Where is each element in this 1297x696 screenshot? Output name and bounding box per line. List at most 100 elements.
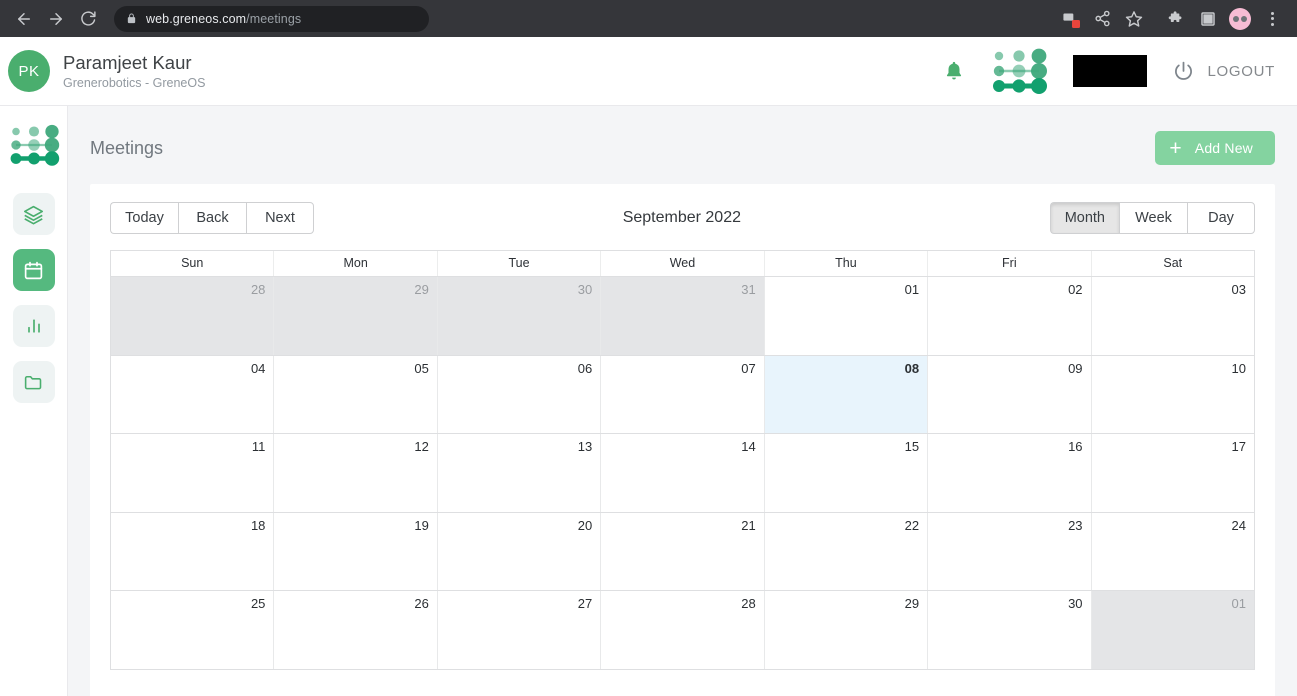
plus-icon: +: [1169, 136, 1182, 160]
today-button[interactable]: Today: [110, 202, 178, 234]
folder-icon: [24, 375, 42, 389]
month-grid: Sun Mon Tue Wed Thu Fri Sat 28 29 30 31 01 02 03 04 05…: [110, 250, 1255, 670]
calendar-day-cell[interactable]: 14: [601, 434, 765, 512]
weekday-header: Sun: [111, 251, 275, 276]
logout-button[interactable]: LOGOUT: [1171, 59, 1275, 84]
view-day-button[interactable]: Day: [1187, 202, 1255, 234]
calendar-week-row: 11 12 13 14 15 16 17: [111, 434, 1254, 513]
sidebar-item-reports[interactable]: [12, 305, 55, 347]
main-content: Meetings + Add New Today Back Next Septe…: [68, 106, 1297, 696]
sidepanel-icon[interactable]: [1193, 4, 1223, 34]
calendar-day-cell[interactable]: 29: [274, 277, 438, 355]
user-info: Paramjeet Kaur Grenerobotics - GreneOS: [63, 51, 205, 91]
url-path: /meetings: [246, 11, 302, 26]
calendar-day-cell[interactable]: 27: [437, 591, 602, 669]
logout-label: LOGOUT: [1207, 62, 1275, 80]
greneos-node-logo-icon: [10, 124, 59, 166]
calendar-day-cell[interactable]: 05: [274, 355, 438, 434]
calendar-day-cell[interactable]: 28: [111, 277, 275, 355]
weekday-header: Fri: [928, 251, 1092, 276]
calendar-day-cell[interactable]: 24: [1091, 512, 1254, 591]
sidebar: [0, 106, 68, 696]
calendar-day-cell[interactable]: 31: [601, 277, 765, 355]
user-org: Grenerobotics - GreneOS: [63, 75, 206, 90]
url-host: web.greneos.com: [146, 11, 247, 26]
back-button[interactable]: Back: [178, 202, 246, 234]
app-body: Meetings + Add New Today Back Next Septe…: [0, 106, 1297, 696]
calendar-card: Today Back Next September 2022 Month Wee…: [90, 184, 1275, 696]
kebab-dots: [1270, 11, 1274, 26]
page-title: Meetings: [90, 137, 164, 158]
cast-icon[interactable]: [1055, 4, 1085, 34]
calendar-day-cell[interactable]: 16: [928, 434, 1092, 512]
calendar-day-cell[interactable]: 29: [764, 591, 929, 669]
share-icon[interactable]: [1087, 4, 1117, 34]
view-week-button[interactable]: Week: [1119, 202, 1187, 234]
back-arrow-icon[interactable]: [10, 5, 38, 33]
cast-badge: [1072, 19, 1080, 28]
weekday-header: Sat: [1163, 256, 1183, 270]
browser-action-icons: [1055, 4, 1287, 34]
weekday-header: Mon: [274, 251, 438, 276]
sidebar-item-calendar[interactable]: [12, 249, 55, 291]
calendar-icon: [24, 261, 43, 279]
calendar-current-period: September 2022: [622, 209, 741, 226]
view-month-button[interactable]: Month: [1049, 202, 1119, 234]
forward-arrow-icon[interactable]: [42, 5, 70, 33]
calendar-day-cell[interactable]: 18: [111, 512, 275, 591]
calendar-week-row: 28 29 30 31 01 02 03: [111, 277, 1254, 356]
user-block: PK Paramjeet Kaur Grenerobotics - GreneO…: [8, 50, 205, 92]
calendar-day-cell[interactable]: 30: [437, 277, 602, 355]
calendar-day-cell[interactable]: 25: [111, 591, 275, 669]
calendar-day-cell[interactable]: 01: [1091, 591, 1254, 669]
next-button[interactable]: Next: [246, 202, 314, 234]
header-actions: LOGOUT: [943, 47, 1275, 95]
calendar-day-cell[interactable]: 12: [274, 434, 438, 512]
calendar-day-cell[interactable]: 02: [928, 277, 1092, 355]
calendar-day-cell[interactable]: 15: [764, 434, 929, 512]
lock-icon: [127, 13, 136, 24]
calendar-week-row: 25 26 27 28 29 30 01: [111, 591, 1254, 670]
calendar-day-cell[interactable]: 13: [437, 434, 602, 512]
profile-avatar-icon[interactable]: [1225, 4, 1255, 34]
calendar-day-cell[interactable]: 28: [601, 591, 765, 669]
address-bar[interactable]: web.greneos.com/meetings: [114, 5, 429, 32]
extensions-puzzle-icon[interactable]: [1161, 4, 1191, 34]
user-name: Paramjeet Kaur: [63, 51, 192, 73]
calendar-day-cell[interactable]: 03: [1091, 277, 1254, 355]
bookmark-star-icon[interactable]: [1119, 4, 1149, 34]
calendar-day-cell[interactable]: 08: [764, 355, 929, 434]
calendar-day-cell[interactable]: 01: [764, 277, 929, 355]
calendar-day-cell[interactable]: 20: [437, 512, 602, 591]
add-new-button[interactable]: + Add New: [1155, 131, 1275, 165]
chrome-menu-icon[interactable]: [1257, 4, 1287, 34]
calendar-day-cell[interactable]: 07: [601, 355, 765, 434]
sidebar-item-files[interactable]: [12, 361, 55, 403]
calendar-day-cell[interactable]: 23: [928, 512, 1092, 591]
calendar-day-cell[interactable]: 26: [274, 591, 438, 669]
avatar: [1229, 7, 1251, 30]
calendar-view-group: Month Week Day: [1049, 202, 1255, 234]
redacted-block: [1073, 55, 1148, 87]
add-new-label: Add New: [1194, 140, 1253, 156]
calendar-day-cell[interactable]: 19: [274, 512, 438, 591]
calendar-day-cell[interactable]: 11: [111, 434, 275, 512]
calendar-week-row: 18 19 20 21 22 23 24: [111, 512, 1254, 592]
calendar-day-cell[interactable]: 09: [928, 355, 1092, 434]
calendar-day-cell[interactable]: 17: [1091, 434, 1254, 512]
calendar-day-cell[interactable]: 22: [764, 512, 929, 591]
reload-icon[interactable]: [74, 5, 102, 33]
app-header: PK Paramjeet Kaur Grenerobotics - GreneO…: [0, 37, 1297, 106]
sidebar-item-layers[interactable]: [12, 193, 55, 235]
calendar-day-cell[interactable]: 04: [111, 355, 275, 434]
url-text: web.greneos.com/meetings: [146, 12, 301, 26]
calendar-day-cell[interactable]: 30: [928, 591, 1092, 669]
avatar: PK: [8, 50, 50, 92]
calendar-day-cell[interactable]: 06: [437, 355, 602, 434]
calendar-day-cell[interactable]: 21: [601, 512, 765, 591]
notification-bell-icon[interactable]: [943, 59, 965, 83]
calendar-day-cell[interactable]: 10: [1091, 355, 1254, 434]
calendar-body: 28 29 30 31 01 02 03 04 05 06 07 08 09 10 11 12 13 14 15 16…: [111, 277, 1254, 670]
weekday-header: Thu: [765, 251, 929, 276]
bar-chart-icon: [27, 319, 40, 333]
